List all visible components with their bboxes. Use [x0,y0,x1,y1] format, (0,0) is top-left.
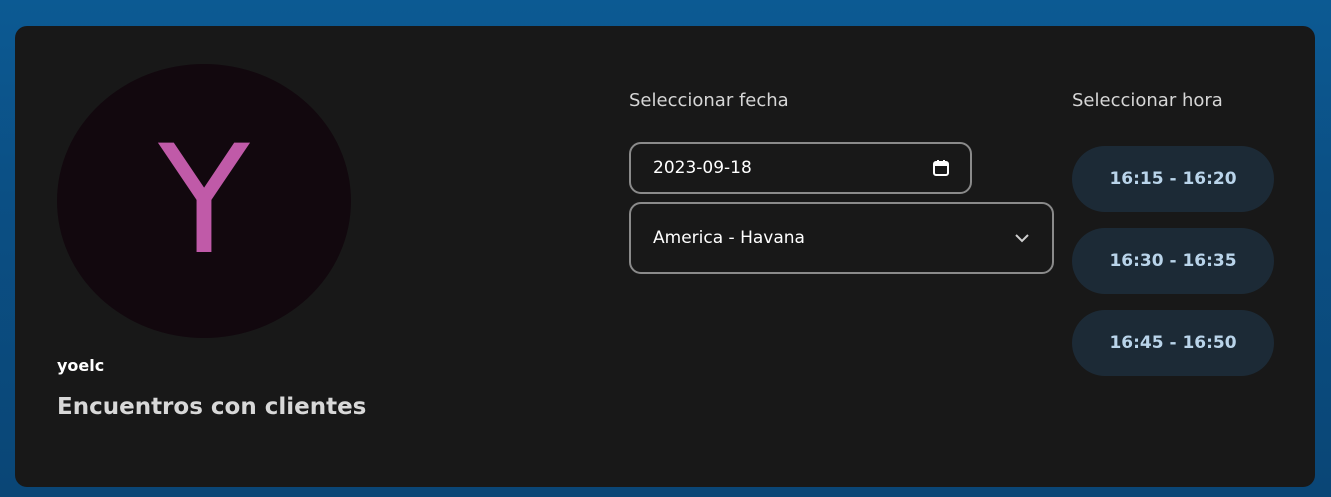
date-label: Seleccionar fecha [629,90,789,111]
avatar: Y [57,64,351,338]
avatar-letter: Y [158,114,250,288]
date-value: 2023-09-18 [653,158,752,178]
time-slot-button[interactable]: 16:45 - 16:50 [1072,310,1274,376]
event-title: Encuentros con clientes [57,394,367,420]
date-input[interactable]: 2023-09-18 [629,142,972,194]
username: yoelc [57,356,105,375]
time-slot-button[interactable]: 16:15 - 16:20 [1072,146,1274,212]
timezone-select[interactable]: America - Havana [629,202,1054,274]
time-slot-button[interactable]: 16:30 - 16:35 [1072,228,1274,294]
timezone-value: America - Havana [653,228,805,248]
calendar-icon[interactable] [932,159,950,177]
chevron-down-icon [1014,230,1030,246]
booking-card: Y yoelc Encuentros con clientes Seleccio… [15,26,1315,487]
time-label: Seleccionar hora [1072,90,1223,111]
